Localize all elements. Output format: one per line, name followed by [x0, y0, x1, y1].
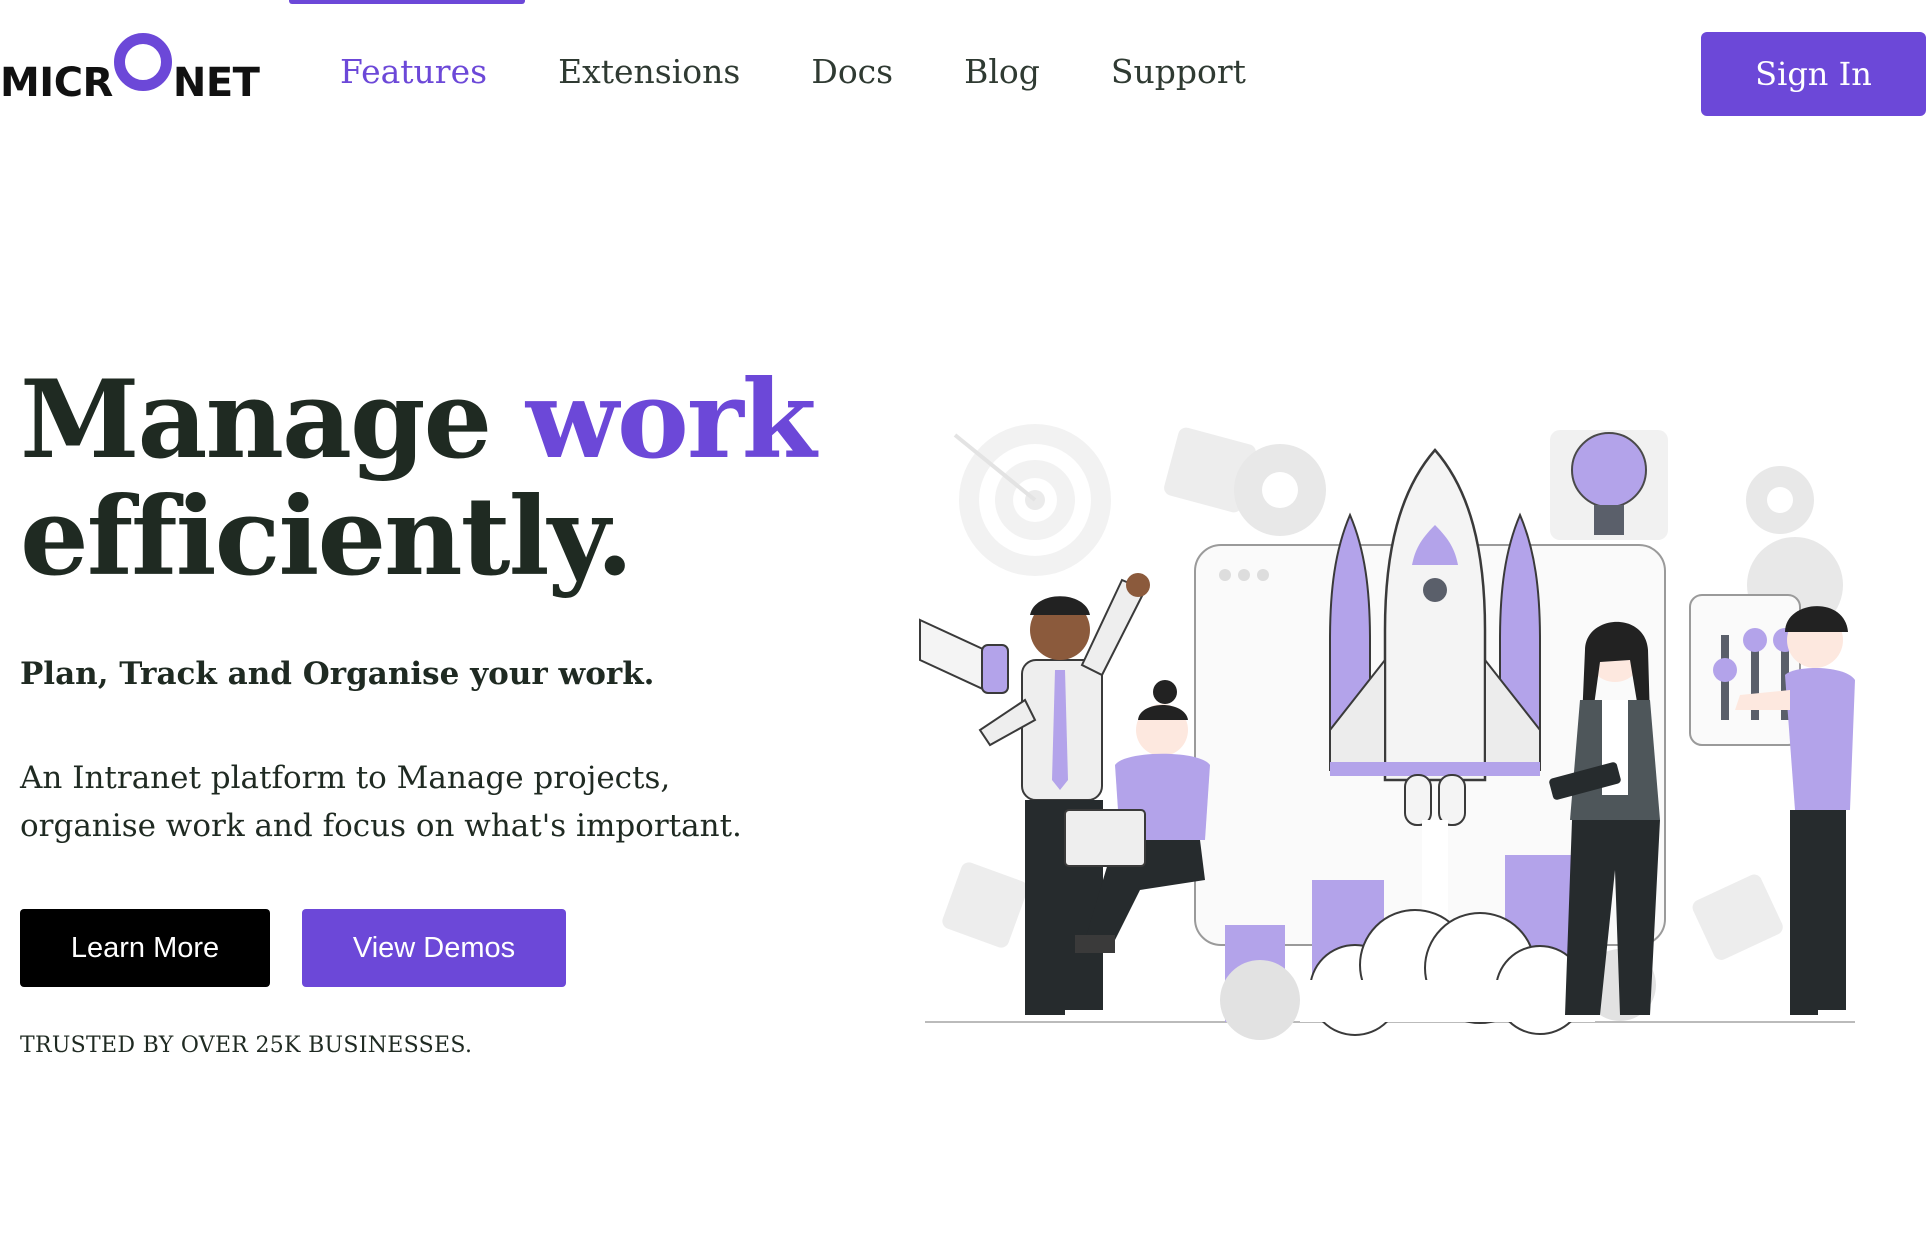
- logo-text-right: NET: [172, 60, 260, 106]
- target-icon: [953, 424, 1111, 576]
- nav-link-support[interactable]: Support: [1111, 52, 1246, 91]
- active-nav-indicator: [289, 0, 525, 4]
- person-megaphone: [919, 573, 1150, 1015]
- learn-more-button[interactable]: Learn More: [20, 909, 270, 987]
- micronet-logo[interactable]: MICR NET: [0, 33, 260, 106]
- main-nav: Features Extensions Docs Blog Support: [340, 52, 1317, 91]
- megaphone-icon: [919, 618, 1009, 694]
- hero-description: An Intranet platform to Manage projects,…: [20, 760, 742, 844]
- nav-link-extensions[interactable]: Extensions: [558, 52, 740, 91]
- sign-in-button[interactable]: Sign In: [1701, 32, 1926, 116]
- logo-ring-icon: [113, 33, 172, 91]
- nav-link-docs[interactable]: Docs: [811, 52, 893, 91]
- view-demos-button[interactable]: View Demos: [302, 909, 566, 987]
- laptop-icon: [1064, 809, 1146, 867]
- headline-part1: Manage: [20, 357, 526, 483]
- hero-tagline: Plan, Track and Organise your work.: [20, 656, 655, 692]
- hero-illustration: [919, 424, 1855, 1040]
- nav-link-blog[interactable]: Blog: [964, 52, 1040, 91]
- lightbulb-icon: [1550, 430, 1668, 540]
- trusted-by-text: TRUSTED BY OVER 25K BUSINESSES.: [20, 1033, 473, 1058]
- slider-panel-icon: [1689, 594, 1801, 746]
- headline-accent: work: [525, 357, 817, 483]
- logo-text-left: MICR: [0, 60, 113, 106]
- headline-part2: efficiently.: [20, 474, 634, 600]
- hero-headline: Manage work efficiently.: [20, 362, 817, 596]
- nav-link-features[interactable]: Features: [340, 52, 487, 91]
